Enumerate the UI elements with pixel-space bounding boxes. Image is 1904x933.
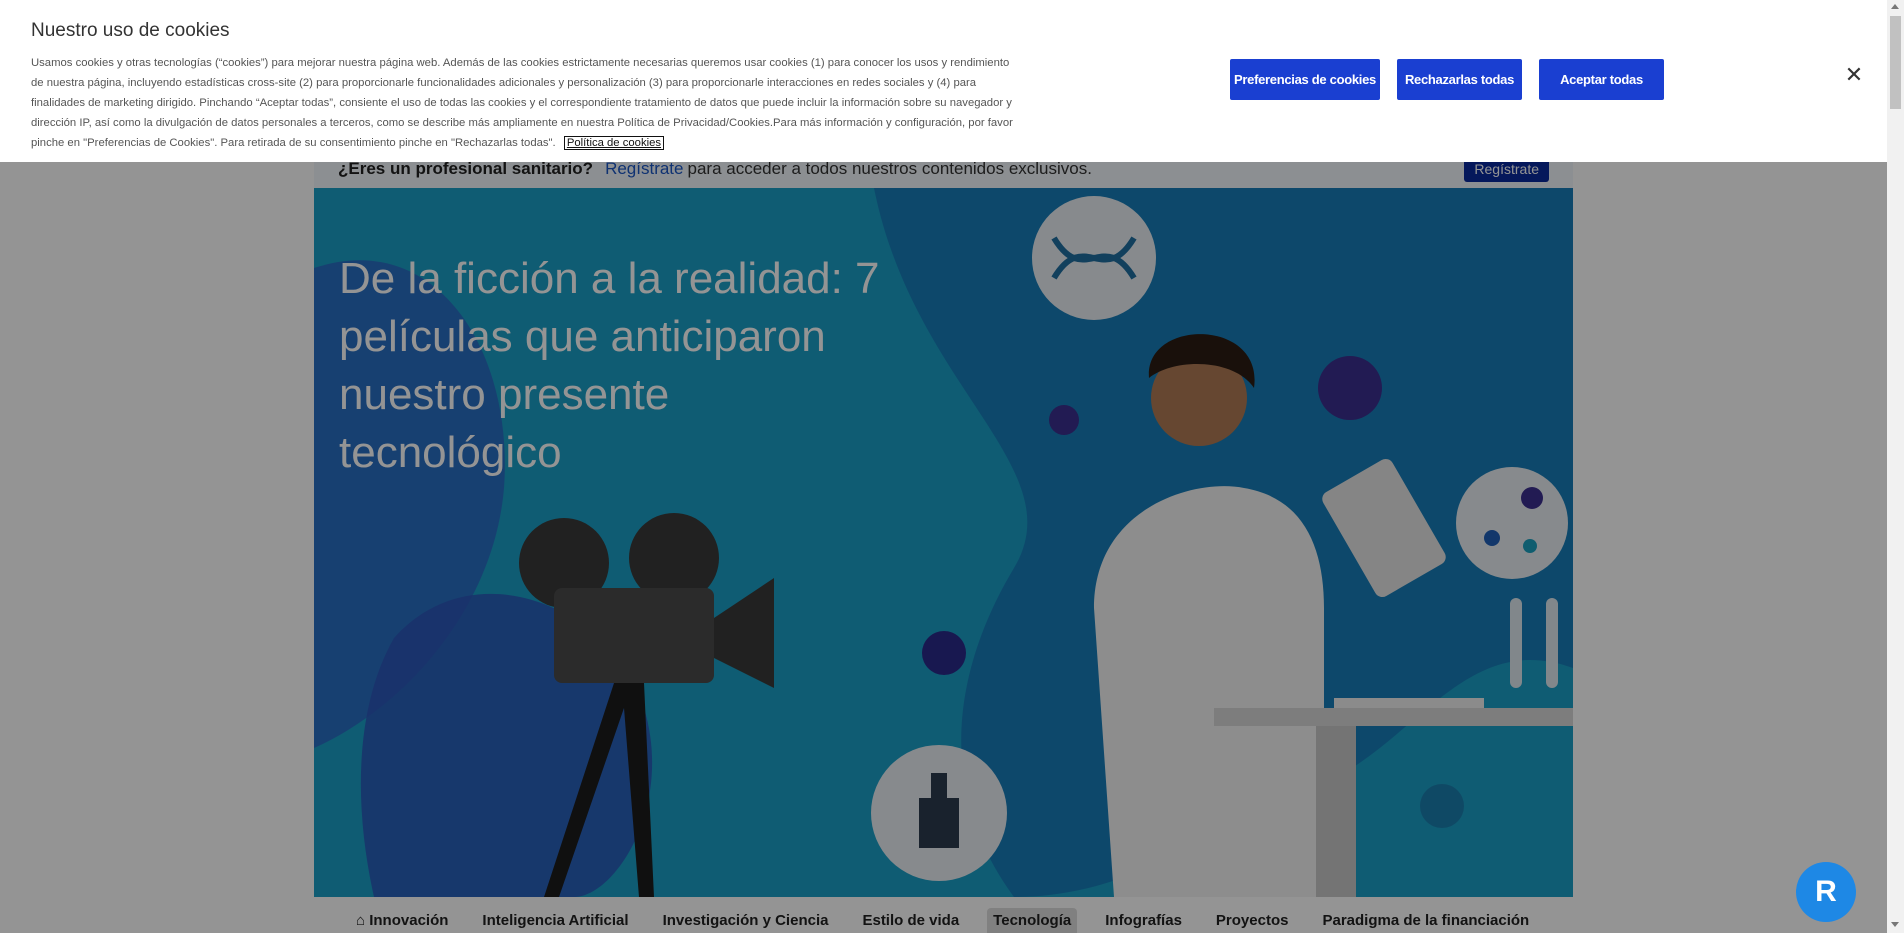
accept-all-button[interactable]: Aceptar todas <box>1539 59 1664 100</box>
scroll-down-icon[interactable] <box>1891 922 1899 927</box>
cookie-banner: Nuestro uso de cookies Usamos cookies y … <box>0 0 1887 162</box>
page: ¿Eres un profesional sanitario? Regístra… <box>0 0 1904 933</box>
cookie-title: Nuestro uso de cookies <box>31 20 230 41</box>
scrollbar[interactable] <box>1887 0 1904 933</box>
scroll-up-icon[interactable] <box>1891 4 1899 9</box>
reject-all-button[interactable]: Rechazarlas todas <box>1397 59 1522 100</box>
cookie-description: Usamos cookies y otras tecnologías (“coo… <box>31 53 1021 153</box>
scrollbar-thumb[interactable] <box>1890 16 1901 109</box>
cookie-preferences-button[interactable]: Preferencias de cookies <box>1230 59 1380 100</box>
assistant-widget-icon[interactable]: R <box>1796 862 1856 922</box>
cookie-policy-link[interactable]: Política de cookies <box>563 136 665 150</box>
close-icon[interactable]: ✕ <box>1843 64 1865 86</box>
cookie-description-text: Usamos cookies y otras tecnologías (“coo… <box>31 57 1013 149</box>
